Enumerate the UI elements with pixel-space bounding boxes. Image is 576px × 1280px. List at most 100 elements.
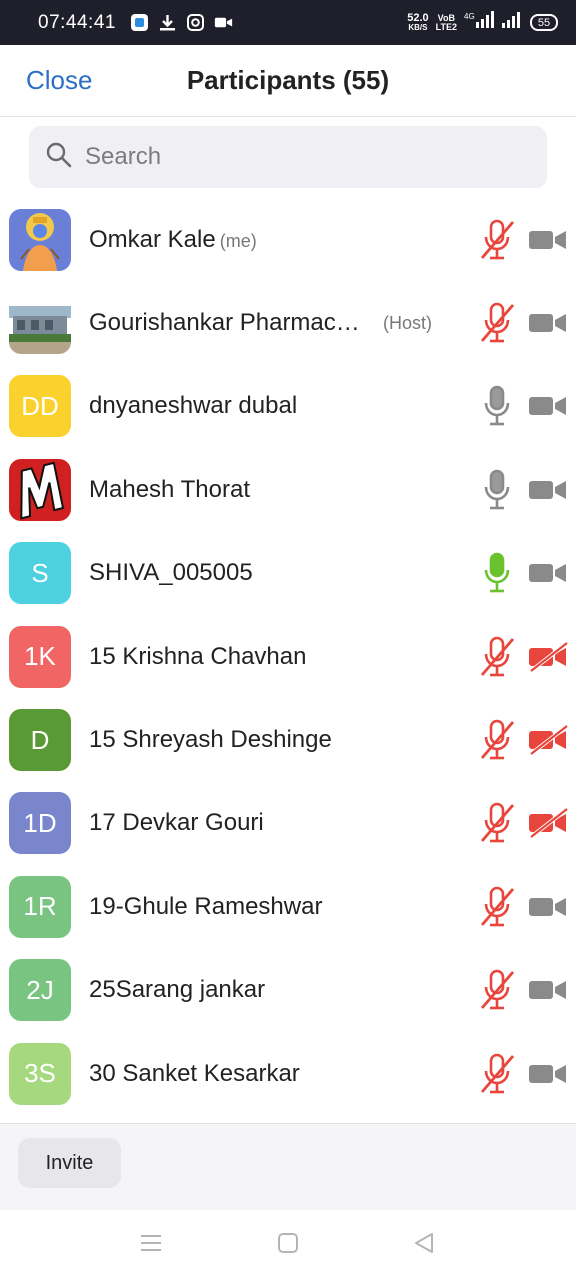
- participant-row[interactable]: 1K 15 Krishna Chavhan: [0, 615, 576, 698]
- participant-name: 19-Ghule Rameshwar: [89, 893, 322, 921]
- participant-row[interactable]: 2J 25Sarang jankar: [0, 949, 576, 1032]
- avatar-initials: 1D: [23, 807, 57, 838]
- avatar: S: [9, 542, 71, 605]
- network-speed-value: 52.0: [407, 11, 429, 24]
- invite-button[interactable]: Invite: [18, 1138, 121, 1188]
- participant-name: 15 Shreyash Deshinge: [89, 726, 332, 754]
- participant-row[interactable]: S SHIVA_005005: [0, 532, 576, 615]
- mic-muted-icon[interactable]: [478, 1052, 516, 1096]
- participant-name: 15 Krishna Chavhan: [89, 643, 306, 671]
- status-time: 07:44:41: [38, 11, 116, 33]
- camera-icon[interactable]: [527, 975, 569, 1005]
- camera-icon[interactable]: [527, 1059, 569, 1089]
- avatar: D: [9, 709, 71, 772]
- participant-row[interactable]: DD dnyaneshwar dubal: [0, 365, 576, 448]
- mic-muted-icon[interactable]: [478, 635, 516, 679]
- avatar: DD: [9, 375, 71, 438]
- participant-name: Mahesh Thorat: [89, 476, 250, 504]
- mic-icon[interactable]: [478, 384, 516, 428]
- participant-row[interactable]: Mahesh Thorat: [0, 448, 576, 531]
- bottom-bar: Invite: [0, 1123, 576, 1210]
- instagram-icon: [186, 13, 205, 32]
- status-bar: 07:44:41 52.0 KB/S VoB LTE2 4G 55: [0, 0, 576, 45]
- status-right: 52.0 KB/S VoB LTE2 4G 55: [407, 10, 558, 35]
- camera-off-icon[interactable]: [527, 807, 569, 840]
- participant-row[interactable]: 3S 30 Sanket Kesarkar: [0, 1032, 576, 1115]
- camera-icon[interactable]: [527, 475, 569, 505]
- signal-bars-icon: [501, 10, 523, 35]
- menu-icon[interactable]: [140, 1232, 162, 1259]
- participant-name: 25Sarang jankar: [89, 976, 265, 1004]
- page-title: Participants (55): [186, 65, 390, 95]
- participant-name: Omkar Kale (me): [89, 226, 257, 254]
- notification-icons: [130, 13, 233, 32]
- avatar: [9, 208, 71, 271]
- mic-muted-icon[interactable]: [478, 801, 516, 845]
- mic-muted-icon[interactable]: [478, 885, 516, 929]
- participant-name-text: 19-Ghule Rameshwar: [89, 892, 323, 920]
- participant-row[interactable]: Omkar Kale (me): [0, 198, 576, 281]
- volte-indicator: VoB LTE2: [435, 13, 457, 32]
- participant-name-text: 15 Shreyash Deshinge: [89, 726, 332, 754]
- camera-icon[interactable]: [527, 391, 569, 421]
- avatar-initials: 2J: [26, 974, 54, 1005]
- battery-indicator: 55: [530, 14, 558, 31]
- participants-list[interactable]: Omkar Kale (me) Gourishankar Pharmac… (Host…: [0, 198, 576, 1123]
- network-speed-unit: KB/S: [408, 22, 428, 32]
- camera-icon[interactable]: [527, 892, 569, 922]
- mic-muted-icon[interactable]: [478, 301, 516, 345]
- participant-row[interactable]: 1R 19-Ghule Rameshwar: [0, 865, 576, 948]
- participant-name-text: SHIVA_005005: [89, 559, 253, 587]
- download-icon: [158, 13, 177, 32]
- participant-name: 17 Devkar Gouri: [89, 809, 264, 837]
- home-icon[interactable]: [277, 1232, 299, 1259]
- avatar: [9, 292, 71, 355]
- back-icon[interactable]: [413, 1232, 435, 1259]
- avatar-initials: 1K: [24, 641, 56, 672]
- camera-icon[interactable]: [527, 558, 569, 588]
- avatar: 1K: [9, 625, 71, 688]
- participant-name-text: dnyaneshwar dubal: [89, 392, 298, 420]
- participant-row[interactable]: D 15 Shreyash Deshinge: [0, 698, 576, 781]
- avatar-initials: 1R: [23, 891, 57, 922]
- participant-name-text: 25Sarang jankar: [89, 976, 266, 1004]
- mic-icon[interactable]: [478, 468, 516, 512]
- participant-name-text: 17 Devkar Gouri: [89, 809, 264, 837]
- search-input[interactable]: [85, 143, 505, 171]
- avatar-initials: S: [31, 557, 49, 588]
- signal-4g-icon: 4G: [464, 10, 494, 35]
- camera-icon[interactable]: [527, 225, 569, 255]
- camera-off-icon[interactable]: [527, 641, 569, 673]
- avatar: 1R: [9, 875, 71, 938]
- avatar: 1D: [9, 792, 71, 855]
- mic-active-icon[interactable]: [478, 551, 516, 595]
- participant-tag: (me): [219, 230, 257, 251]
- search-icon: [45, 141, 73, 174]
- participant-name: Gourishankar Pharmac…: [89, 309, 360, 337]
- svg-text:4G: 4G: [464, 12, 475, 21]
- volte-bottom: LTE2: [435, 21, 457, 32]
- camera-off-icon[interactable]: [527, 724, 569, 756]
- mic-muted-icon[interactable]: [478, 968, 516, 1012]
- participant-row[interactable]: Gourishankar Pharmac… (Host): [0, 281, 576, 364]
- camera-icon[interactable]: [527, 308, 569, 338]
- participant-name-text: Gourishankar Pharmac…: [89, 309, 360, 337]
- avatar: 2J: [9, 959, 71, 1022]
- participant-name: dnyaneshwar dubal: [89, 392, 297, 420]
- system-nav-bar: [0, 1210, 576, 1280]
- mic-muted-icon[interactable]: [478, 718, 516, 762]
- search-bar[interactable]: [29, 126, 547, 188]
- participant-name-text: Mahesh Thorat: [89, 475, 250, 503]
- avatar: [9, 458, 71, 521]
- network-speed: 52.0 KB/S: [407, 11, 429, 32]
- mic-muted-icon[interactable]: [478, 218, 516, 262]
- app-notification-icon: [130, 13, 149, 32]
- host-tag: (Host): [383, 312, 432, 333]
- header: Close Participants (55): [0, 45, 576, 117]
- participant-name-text: 15 Krishna Chavhan: [89, 642, 307, 670]
- participant-row[interactable]: 1D 17 Devkar Gouri: [0, 782, 576, 865]
- participant-name-text: Omkar Kale: [89, 225, 216, 253]
- avatar-initials: 3S: [24, 1058, 56, 1089]
- avatar-initials: DD: [21, 390, 59, 421]
- avatar: 3S: [9, 1042, 71, 1105]
